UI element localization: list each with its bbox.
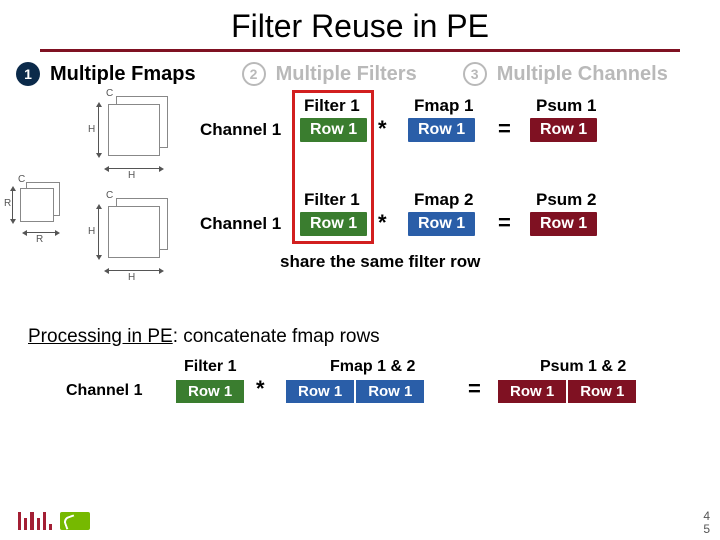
fmap-row1-a: Row 1 bbox=[408, 118, 475, 142]
concat-psum-row1-a: Row 1 bbox=[498, 380, 566, 403]
conv-op-a: * bbox=[378, 116, 387, 142]
dim-r-label: R bbox=[4, 198, 11, 209]
mit-logo-icon bbox=[18, 512, 52, 530]
dim-h-label-3: H bbox=[88, 226, 95, 237]
section-1-label: Multiple Fmaps bbox=[50, 63, 196, 86]
nvidia-logo-icon bbox=[60, 512, 90, 530]
channel1-a: Channel 1 bbox=[200, 120, 281, 140]
concat-psum-row1-b: Row 1 bbox=[568, 380, 636, 403]
badge-1: 1 bbox=[16, 62, 40, 86]
share-caption: share the same filter row bbox=[280, 252, 480, 272]
conv-op-c: * bbox=[256, 376, 265, 402]
section-header-row: 1 Multiple Fmaps 2 Multiple Filters 3 Mu… bbox=[0, 62, 720, 86]
dim-c-label: C bbox=[106, 88, 113, 99]
fmap12-header: Fmap 1 & 2 bbox=[330, 358, 415, 376]
shared-filter-highlight bbox=[292, 90, 374, 244]
title-rule bbox=[40, 49, 680, 52]
footer-logos bbox=[18, 512, 90, 530]
diagram-area: C H H C R R C H H Filter 1 Fmap 1 Psum 1… bbox=[0, 90, 720, 320]
page-number: 4 5 bbox=[703, 510, 710, 536]
dim-c-small: C bbox=[18, 174, 25, 185]
concat-fmap-row1-b: Row 1 bbox=[356, 380, 424, 403]
section-3-label: Multiple Channels bbox=[497, 63, 668, 86]
psum-row1-b: Row 1 bbox=[530, 212, 597, 236]
processing-lead: Processing in PE bbox=[28, 326, 173, 347]
badge-2: 2 bbox=[242, 62, 266, 86]
conv-op-b: * bbox=[378, 210, 387, 236]
eq-op-b: = bbox=[498, 210, 511, 236]
section-2-label: Multiple Filters bbox=[276, 63, 417, 86]
dim-h-label-4: H bbox=[128, 272, 135, 283]
processing-rest: : concatenate fmap rows bbox=[173, 326, 380, 347]
concat-fmap-row1-a: Row 1 bbox=[286, 380, 354, 403]
fmap-row1-b: Row 1 bbox=[408, 212, 475, 236]
filter1-header-c: Filter 1 bbox=[184, 358, 236, 376]
eq-op-a: = bbox=[498, 116, 511, 142]
fmap2-header: Fmap 2 bbox=[414, 190, 474, 210]
psum1-header: Psum 1 bbox=[536, 96, 596, 116]
dim-h-label: H bbox=[88, 124, 95, 135]
channel1-c: Channel 1 bbox=[66, 382, 142, 400]
concat-filter-row1: Row 1 bbox=[176, 380, 244, 403]
dim-r-label-2: R bbox=[36, 234, 43, 245]
psum2-header: Psum 2 bbox=[536, 190, 596, 210]
processing-line: Processing in PE: concatenate fmap rows bbox=[28, 326, 720, 348]
fmap1-header: Fmap 1 bbox=[414, 96, 474, 116]
badge-3: 3 bbox=[463, 62, 487, 86]
channel1-b: Channel 1 bbox=[200, 214, 281, 234]
psum-row1-a: Row 1 bbox=[530, 118, 597, 142]
dim-c-label-2: C bbox=[106, 190, 113, 201]
eq-op-c: = bbox=[468, 376, 481, 402]
dim-h-label-2: H bbox=[128, 170, 135, 181]
psum12-header: Psum 1 & 2 bbox=[540, 358, 626, 376]
concat-row: Filter 1 Fmap 1 & 2 Psum 1 & 2 Channel 1… bbox=[0, 352, 720, 438]
page-title: Filter Reuse in PE bbox=[0, 8, 720, 45]
